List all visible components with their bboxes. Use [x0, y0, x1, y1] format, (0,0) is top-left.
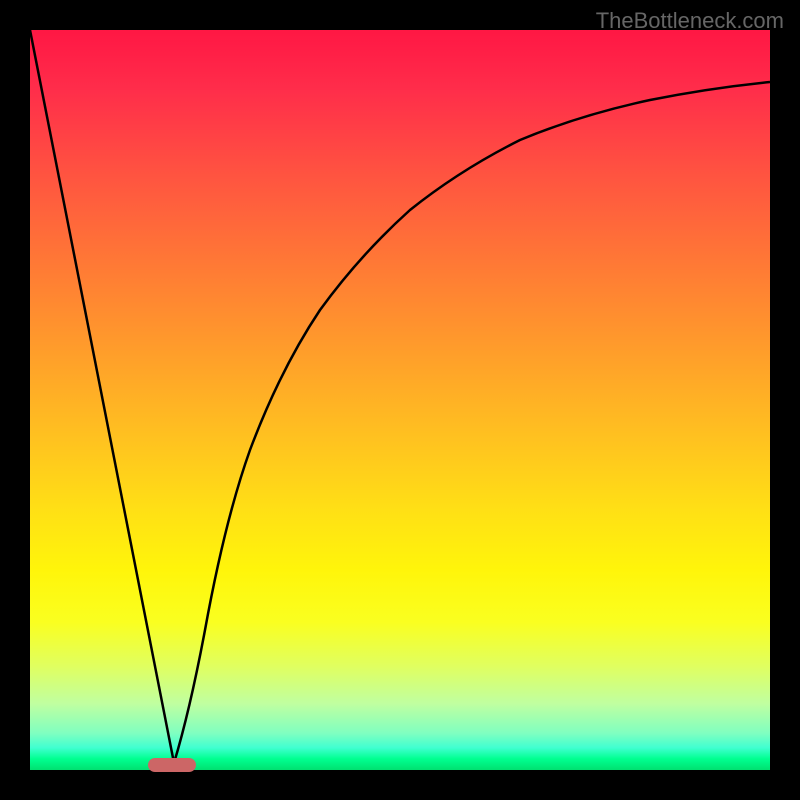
right-curve: [174, 82, 770, 763]
left-diagonal-line: [30, 30, 174, 763]
chart-lines: [30, 30, 770, 770]
watermark-text: TheBottleneck.com: [596, 8, 784, 34]
minimum-marker: [148, 758, 196, 772]
